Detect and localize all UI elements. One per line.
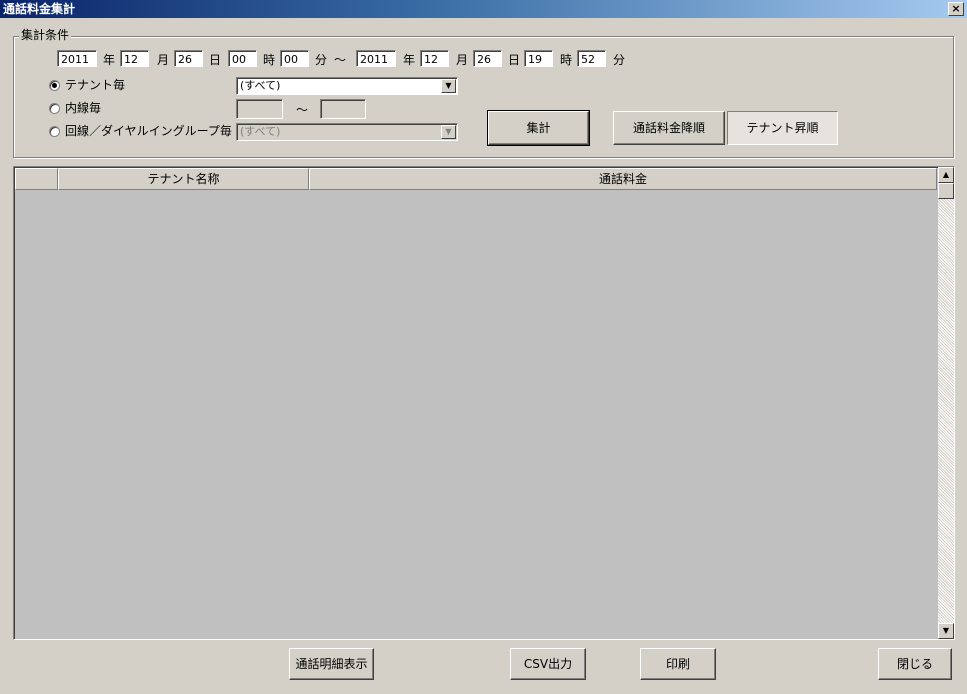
scroll-down-icon[interactable]: ▼ [938, 623, 954, 639]
extension-range-separator: ～ [296, 103, 309, 117]
scroll-up-icon[interactable]: ▲ [938, 167, 954, 183]
to-hour-label: 時 [560, 53, 573, 67]
from-month-label: 月 [157, 53, 170, 67]
line-group-radio-label: 回線／ダイヤルイングループ毎 [65, 124, 232, 138]
to-minute-field[interactable]: 52 [577, 50, 606, 67]
tenant-select-value: (すべて) [240, 79, 281, 92]
from-year-label: 年 [103, 53, 116, 67]
line-group-select-value: (すべて) [240, 125, 281, 138]
to-day-label: 日 [508, 53, 521, 67]
to-month-label: 月 [456, 53, 469, 67]
csv-output-button[interactable]: CSV出力 [510, 648, 586, 680]
extension-radio-label: 内線毎 [65, 101, 102, 115]
from-hour-label: 時 [263, 53, 276, 67]
date-range-separator: ～ [334, 53, 347, 67]
tenant-select[interactable]: (すべて) ▼ [236, 77, 458, 95]
from-year-field[interactable]: 2011 [57, 50, 97, 67]
line-group-select[interactable]: (すべて) ▼ [236, 123, 458, 141]
to-day-field[interactable]: 26 [473, 50, 502, 67]
title-bar: 通話料金集計 × [0, 0, 967, 18]
from-hour-field[interactable]: 00 [228, 50, 257, 67]
to-year-field[interactable]: 2011 [356, 50, 396, 67]
aggregate-button[interactable]: 集計 [487, 110, 590, 146]
show-details-button[interactable]: 通話明細表示 [289, 648, 374, 680]
from-day-field[interactable]: 26 [174, 50, 203, 67]
print-button[interactable]: 印刷 [640, 648, 716, 680]
chevron-down-icon[interactable]: ▼ [441, 79, 456, 93]
vertical-scrollbar[interactable]: ▲ ▼ [938, 167, 954, 639]
results-grid[interactable]: テナント名称 通話料金 ▲ ▼ [13, 166, 955, 640]
grid-header-call-fee[interactable]: 通話料金 [309, 168, 937, 190]
window-title: 通話料金集計 [3, 2, 76, 16]
sort-fee-desc-button[interactable]: 通話料金降順 [613, 111, 725, 145]
to-month-field[interactable]: 12 [420, 50, 449, 67]
chevron-down-icon[interactable]: ▼ [441, 125, 456, 139]
line-group-radio[interactable] [49, 126, 60, 137]
from-day-label: 日 [209, 53, 222, 67]
tenant-radio-label: テナント毎 [65, 78, 126, 92]
from-minute-field[interactable]: 00 [280, 50, 309, 67]
to-hour-field[interactable]: 19 [524, 50, 553, 67]
sort-tenant-asc-button[interactable]: テナント昇順 [727, 111, 838, 145]
scroll-thumb[interactable] [938, 183, 954, 199]
grid-body: テナント名称 通話料金 [14, 167, 938, 639]
extension-from-field[interactable] [236, 99, 283, 119]
close-window-button[interactable]: × [948, 2, 964, 16]
tenant-radio[interactable] [49, 80, 60, 91]
extension-to-field[interactable] [320, 99, 366, 119]
from-month-field[interactable]: 12 [120, 50, 149, 67]
extension-radio[interactable] [49, 103, 60, 114]
from-minute-label: 分 [315, 53, 328, 67]
to-year-label: 年 [403, 53, 416, 67]
grid-header-tenant-name[interactable]: テナント名称 [58, 168, 309, 190]
grid-header-rowselector [15, 168, 58, 190]
condition-group-legend: 集計条件 [19, 28, 72, 42]
to-minute-label: 分 [613, 53, 626, 67]
close-button[interactable]: 閉じる [878, 648, 952, 680]
